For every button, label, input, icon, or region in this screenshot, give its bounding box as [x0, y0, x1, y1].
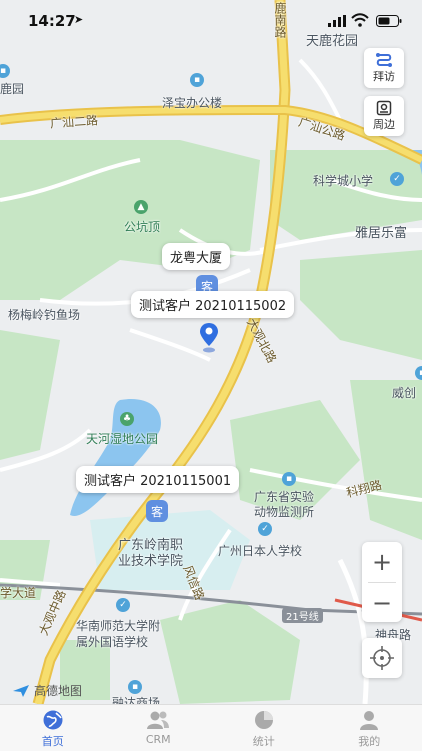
shop-poi-icon[interactable]: ▪: [128, 680, 142, 694]
tab-label: CRM: [146, 733, 171, 746]
route-icon: [375, 52, 393, 68]
tab-profile[interactable]: 我的: [317, 705, 422, 751]
map-label: 威创: [392, 384, 416, 401]
location-pin-icon: [199, 321, 219, 353]
amap-logo-text: 高德地图: [34, 682, 82, 699]
map-label: 华南师范大学附 属外国语学校: [76, 618, 160, 650]
tab-label: 统计: [253, 733, 275, 749]
amap-logo: 高德地图: [12, 682, 82, 699]
map-label: 天河湿地公园: [86, 430, 158, 447]
crosshair-icon: [369, 645, 395, 671]
poi-icon[interactable]: ▪: [415, 366, 422, 380]
map-label: 杨梅岭钓鱼场: [8, 306, 80, 323]
customer-bubble-001[interactable]: 测试客户 20210115001: [76, 466, 239, 493]
location-arrow-icon: ➤: [74, 13, 83, 26]
school-poi-icon[interactable]: ✓: [116, 598, 130, 612]
signal-icon: [328, 15, 346, 27]
pie-chart-icon: [253, 709, 275, 731]
zoom-control: + −: [362, 542, 402, 622]
person-icon: [358, 709, 380, 731]
visit-button[interactable]: 拜访: [364, 48, 404, 88]
park-poi-icon[interactable]: ♣: [120, 412, 134, 426]
globe-icon: [42, 709, 64, 731]
map-road-label: 学大道: [0, 584, 36, 601]
map-label: 雅居乐富: [355, 222, 407, 241]
nearby-icon: [376, 100, 392, 116]
map-label: 泽宝办公楼: [162, 94, 222, 111]
tab-label: 我的: [358, 733, 380, 749]
map-label: 广东岭南职 业技术学院: [118, 538, 183, 570]
map-view[interactable]: ▪ ✓ ▲ ♣ ▪ ✓ ✓ ▪ ▪ ▪ 天鹿花园 鹿南路 鹿园 泽宝办公楼 广汕…: [0, 0, 422, 704]
visit-button-label: 拜访: [373, 68, 395, 84]
office-poi-icon[interactable]: ▪: [190, 73, 204, 87]
metro-line-label: 21号线: [282, 608, 323, 623]
school-poi-icon[interactable]: ✓: [390, 172, 404, 186]
battery-icon: [376, 15, 402, 27]
amap-logo-icon: [12, 684, 30, 698]
nearby-button-label: 周边: [373, 116, 395, 132]
map-label: 广东省实验 动物监测所: [254, 490, 314, 520]
tab-home[interactable]: 首页: [0, 705, 106, 751]
status-bar: 14:27 ➤: [0, 0, 422, 40]
locate-button[interactable]: [362, 638, 402, 678]
tab-label: 首页: [42, 733, 64, 749]
status-time: 14:27: [28, 12, 76, 30]
customer-marker[interactable]: 客: [146, 500, 168, 526]
map-label: 鹿园: [0, 80, 24, 97]
tab-bar: 首页 CRM 统计 我的: [0, 704, 422, 751]
customer-marker-icon: 客: [146, 500, 168, 522]
zoom-in-button[interactable]: +: [362, 542, 402, 582]
map-road-label: 广汕二路: [49, 111, 98, 131]
map-label: 科学城小学: [313, 172, 373, 189]
poi-bubble-longyue[interactable]: 龙粤大厦: [162, 243, 230, 270]
location-pin[interactable]: [199, 321, 219, 353]
lab-poi-icon[interactable]: ▪: [282, 472, 296, 486]
users-icon: [146, 709, 170, 731]
customer-bubble-002[interactable]: 测试客户 20210115002: [131, 291, 294, 318]
tab-statistics[interactable]: 统计: [211, 705, 317, 751]
nearby-button[interactable]: 周边: [364, 96, 404, 136]
school-poi-icon[interactable]: ✓: [258, 522, 272, 536]
wifi-icon: [351, 13, 369, 27]
park-poi-icon[interactable]: ▲: [134, 200, 148, 214]
map-label: 融达商场: [112, 694, 160, 704]
map-label: 公坑顶: [124, 218, 160, 235]
zoom-out-button[interactable]: −: [362, 583, 402, 623]
map-label: 广州日本人学校: [218, 542, 302, 559]
tab-crm[interactable]: CRM: [106, 705, 212, 751]
